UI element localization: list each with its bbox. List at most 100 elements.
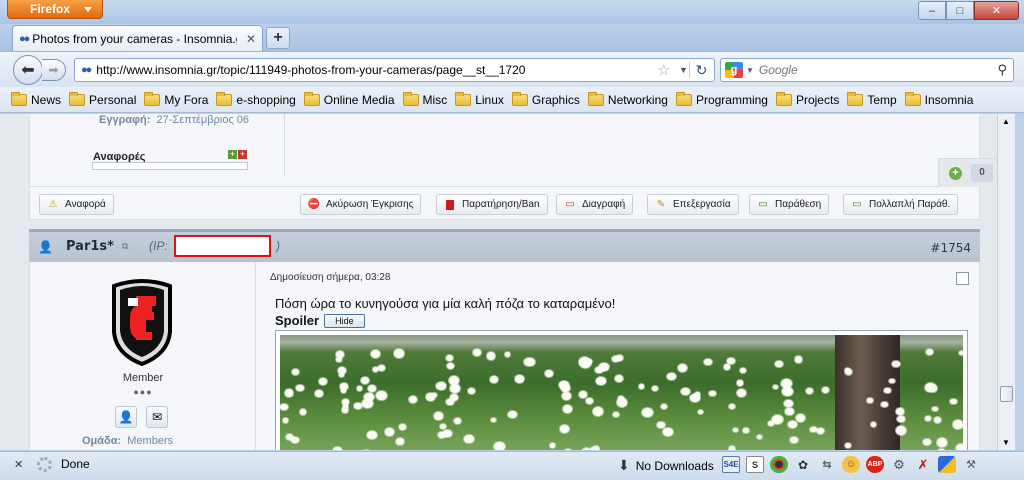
daffodil-flower — [563, 449, 573, 450]
maximize-button[interactable]: □ — [946, 1, 974, 20]
adblock-plus-icon[interactable]: ABP — [866, 456, 884, 473]
daffodil-flower — [959, 350, 963, 355]
bookmark-folder-misc[interactable]: Misc — [402, 91, 447, 107]
daffodil-flower — [756, 434, 763, 440]
s4e-icon[interactable]: S4E — [722, 456, 740, 473]
url-bar[interactable]: ●● http://www.insomnia.gr/topic/111949-p… — [74, 58, 715, 82]
link-checker-icon[interactable]: ⇆ — [818, 456, 836, 473]
bookmark-folder-projects[interactable]: Projects — [775, 91, 839, 107]
cancel-approval-button[interactable]: ⛔ Ακύρωση Έγκρισης — [300, 194, 422, 215]
daffodil-flower — [938, 449, 945, 450]
close-tab-icon[interactable]: ✕ — [246, 32, 256, 46]
minimize-button[interactable]: – — [918, 1, 946, 20]
close-window-button[interactable]: ✕ — [974, 1, 1019, 20]
daffodil-flower — [333, 447, 342, 450]
rep-plus-icon[interactable]: + — [949, 166, 962, 180]
message-icon[interactable]: ✉ — [146, 406, 168, 428]
bookmark-folder-online-media[interactable]: Online Media — [303, 91, 395, 107]
delete-button[interactable]: ▭ Διαγραφή — [556, 194, 634, 215]
scroll-down-icon[interactable]: ▼ — [1002, 438, 1010, 447]
search-magnifier-icon[interactable]: ⚲ — [997, 62, 1007, 78]
greasemonkey-icon[interactable]: ✿ — [794, 456, 812, 473]
warn-ban-button[interactable]: Παρατήρηση/Ban — [436, 194, 548, 215]
bookmark-folder-temp[interactable]: Temp — [847, 91, 897, 107]
search-bar[interactable]: g ▼ ⚲ — [720, 58, 1014, 82]
daffodil-flower — [524, 357, 535, 367]
bookmark-folder-insomnia[interactable]: Insomnia — [904, 91, 973, 107]
reports-expand-icon[interactable]: + — [228, 150, 237, 159]
external-link-icon[interactable]: ⧉ — [122, 241, 128, 252]
reload-button[interactable]: ↻ — [689, 62, 713, 78]
daffodil-flower — [956, 444, 963, 450]
security-shield-icon[interactable] — [938, 456, 956, 473]
daffodil-flower — [817, 428, 824, 434]
bookmark-folder-news[interactable]: News — [11, 91, 61, 107]
daffodil-flower — [368, 385, 377, 393]
search-input[interactable] — [758, 63, 989, 77]
bookmark-star-icon[interactable]: ☆ — [657, 61, 670, 79]
post-author[interactable]: Par1s* — [66, 239, 114, 254]
no-script-icon[interactable]: ✗ — [914, 456, 932, 473]
tab-active[interactable]: ●● Photos from your cameras - Insomnia.g… — [12, 25, 263, 51]
firefox-menu-button[interactable]: Firefox — [7, 0, 103, 19]
hide-spoiler-button[interactable]: Hide — [324, 313, 365, 328]
close-status-icon[interactable]: ✕ — [14, 458, 23, 471]
url-history-dropdown-icon[interactable]: ▼ — [679, 65, 688, 75]
bookmark-folder-personal[interactable]: Personal — [69, 91, 136, 107]
daffodil-flower — [642, 408, 653, 418]
daffodil-flower — [925, 383, 936, 392]
status-bar: ✕ Done ⬇ No Downloads S4E S ✿ ⇆ ☺ ABP ⚙ … — [0, 451, 1024, 480]
downloads-status[interactable]: ⬇ No Downloads — [618, 457, 714, 474]
warn-ban-label: Παρατήρηση/Ban — [462, 199, 540, 210]
new-tab-button[interactable]: + — [266, 27, 290, 49]
folder-icon — [11, 91, 27, 106]
edit-button[interactable]: ✎ Επεξεργασία — [647, 194, 739, 215]
tools-icon[interactable]: ⚒ — [962, 456, 980, 473]
daffodil-flower — [514, 374, 524, 383]
quote-button[interactable]: ▭ Παράθεση — [749, 194, 830, 215]
folder-icon — [303, 91, 320, 106]
daffodil-flower — [953, 422, 960, 428]
bookmark-folder-my-fora[interactable]: My Fora — [144, 91, 208, 107]
add-friend-icon[interactable]: 👤 — [115, 406, 137, 428]
multiquote-button[interactable]: ▭ Πολλαπλή Παράθ. — [843, 194, 959, 215]
daffodil-flower — [450, 394, 459, 401]
post-number[interactable]: #1754 — [930, 241, 971, 255]
bookmark-folder-graphics[interactable]: Graphics — [511, 91, 580, 107]
bookmark-folder-networking[interactable]: Networking — [587, 91, 668, 107]
report-button[interactable]: ⚠ Αναφορά — [39, 194, 114, 215]
search-engine-dropdown-icon[interactable]: ▼ — [746, 66, 754, 75]
folder-icon — [511, 91, 528, 106]
smiley-icon[interactable]: ☺ — [842, 456, 860, 473]
reports-collapse-icon[interactable]: + — [238, 150, 247, 159]
daffodil-flower — [586, 398, 594, 404]
daffodil-flower — [663, 428, 673, 436]
post-message: Πόση ώρα το κυνηγούσα για μία καλή πόζα … — [275, 296, 616, 311]
bookmark-folder-programming[interactable]: Programming — [675, 91, 768, 107]
daffodil-flower — [292, 369, 300, 376]
daffodil-flower — [435, 382, 443, 389]
daffodil-flower — [431, 392, 437, 398]
post-select-checkbox[interactable] — [956, 272, 969, 285]
forward-button[interactable]: ➡ — [42, 59, 66, 81]
daffodil-flower — [490, 417, 497, 423]
stylish-icon[interactable]: S — [746, 456, 764, 473]
colorzilla-icon[interactable] — [770, 456, 788, 473]
settings-gear-icon[interactable]: ⚙ — [890, 456, 908, 473]
daffodil-flower — [493, 441, 505, 450]
folder-icon — [904, 91, 921, 106]
scrollbar-thumb[interactable] — [1000, 386, 1013, 402]
url-text[interactable]: http://www.insomnia.gr/topic/111949-phot… — [96, 63, 525, 77]
bookmark-folder-e-shopping[interactable]: e-shopping — [216, 91, 296, 107]
back-button[interactable]: ⬅ — [13, 55, 43, 85]
avatar[interactable] — [110, 276, 174, 366]
google-engine-icon[interactable]: g — [725, 62, 743, 78]
no-entry-icon: ⛔ — [307, 199, 321, 210]
vertical-scrollbar[interactable]: ▲ ▼ — [997, 114, 1015, 450]
window-titlebar: Firefox – □ ✕ — [0, 0, 1024, 24]
bookmark-folder-linux[interactable]: Linux — [455, 91, 504, 107]
scroll-up-icon[interactable]: ▲ — [1002, 117, 1010, 126]
pencil-icon: ✎ — [656, 199, 666, 210]
folder-icon — [144, 91, 161, 106]
edit-label: Επεξεργασία — [673, 199, 731, 210]
